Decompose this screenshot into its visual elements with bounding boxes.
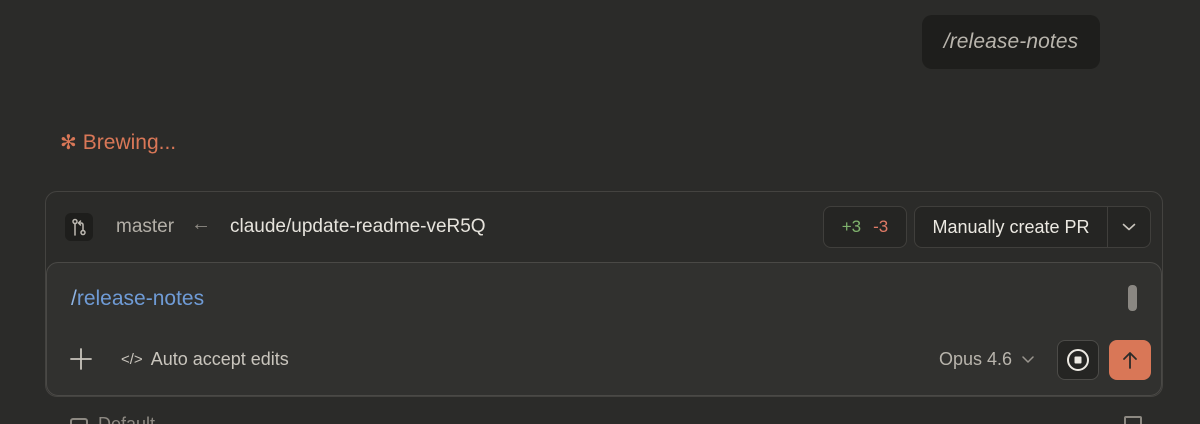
stop-icon — [1067, 349, 1089, 371]
create-pr-button[interactable]: Manually create PR — [915, 207, 1108, 247]
folder-icon — [70, 417, 88, 424]
panel-icon[interactable] — [1124, 416, 1142, 424]
git-branch-icon[interactable] — [65, 213, 93, 241]
command-name: release-notes — [76, 287, 205, 310]
status-text: Brewing... — [82, 130, 177, 154]
app-window: /release-notes ✻ Brewing... master ← cla… — [0, 0, 1200, 424]
diff-stats-button[interactable]: +3 -3 — [823, 206, 907, 248]
model-label: Opus 4.6 — [939, 349, 1013, 369]
scrollbar-thumb[interactable] — [1128, 285, 1137, 311]
composer: master ← claude/update-readme-veR5Q +3 -… — [45, 191, 1163, 397]
base-branch-name: master — [116, 216, 175, 237]
prompt-input[interactable]: /release-notes — [71, 287, 204, 311]
chevron-down-icon — [1122, 223, 1136, 231]
branch-bar: master ← claude/update-readme-veR5Q +3 -… — [46, 192, 1162, 262]
send-button[interactable] — [1109, 340, 1151, 380]
spark-icon: ✻ — [60, 132, 77, 154]
code-icon: </> — [121, 351, 143, 368]
prompt-input-card[interactable]: /release-notes </> Auto accept edits Opu… — [46, 262, 1162, 396]
chevron-down-icon — [1022, 356, 1034, 363]
pr-options-button[interactable] — [1108, 207, 1150, 247]
user-message-text: /release-notes — [943, 30, 1079, 53]
arrow-up-icon — [1123, 352, 1137, 369]
user-message-bubble: /release-notes — [922, 15, 1100, 69]
add-attachment-button[interactable] — [69, 347, 93, 371]
footer-row: Default — [70, 414, 155, 424]
additions-count: +3 — [841, 217, 862, 236]
auto-accept-label: Auto accept edits — [150, 349, 289, 369]
footer-label[interactable]: Default — [98, 414, 155, 424]
status-indicator: ✻ Brewing... — [60, 130, 176, 155]
arrow-left-icon: ← — [191, 213, 211, 235]
deletions-count: -3 — [873, 217, 889, 236]
stop-button[interactable] — [1057, 340, 1099, 380]
head-branch-name: claude/update-readme-veR5Q — [230, 216, 486, 237]
plus-icon — [70, 348, 92, 370]
auto-accept-edits-button[interactable]: </> Auto accept edits — [121, 349, 289, 370]
create-pr-button-group: Manually create PR — [914, 206, 1151, 248]
model-selector[interactable]: Opus 4.6 — [939, 349, 1034, 370]
